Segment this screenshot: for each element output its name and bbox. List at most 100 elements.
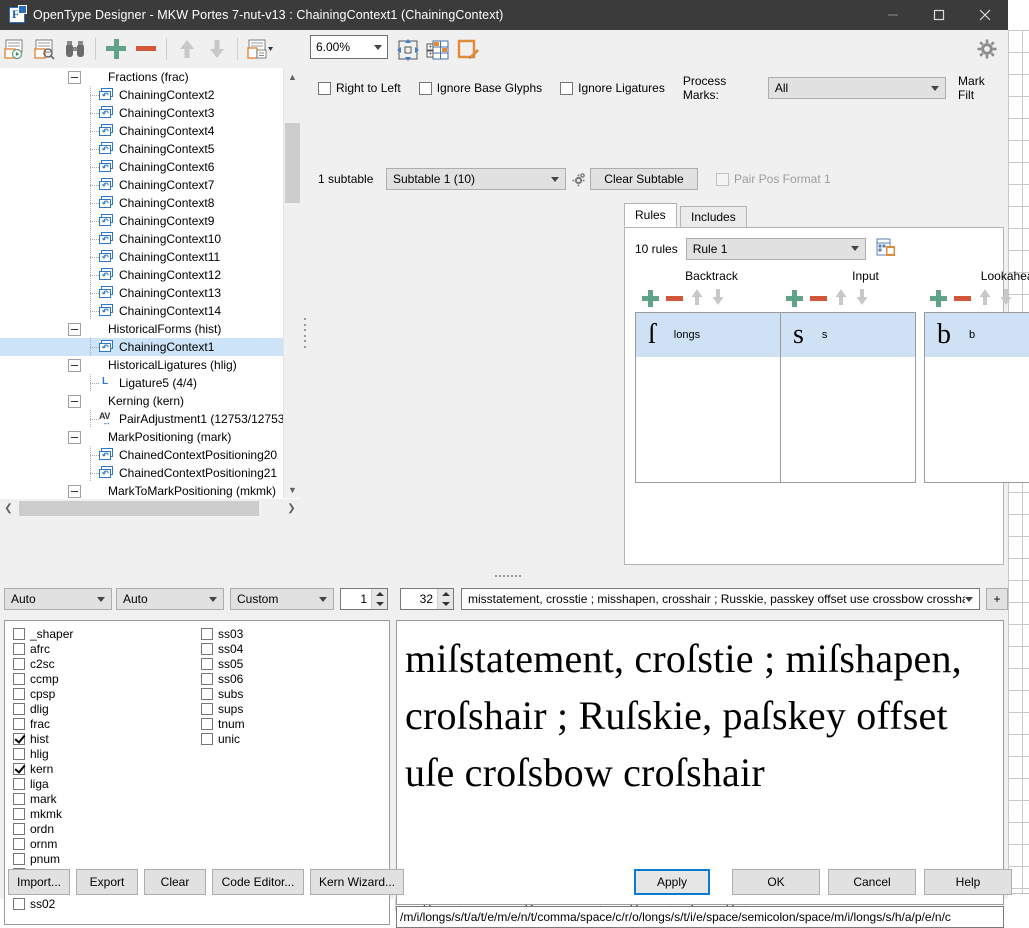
script-combobox[interactable]: Auto: [4, 588, 112, 610]
scroll-down-icon[interactable]: ▼: [284, 481, 300, 498]
lookup-tree[interactable]: Fractions (frac)↶ChainingContext2↶Chaini…: [0, 68, 283, 498]
tree-vertical-scrollbar[interactable]: ▲ ▼: [283, 68, 300, 498]
feature-checkbox-ornm[interactable]: ornm: [13, 836, 88, 851]
zoom-combobox[interactable]: 6.00%: [310, 35, 388, 59]
feature-checkbox-subs[interactable]: subs: [201, 686, 276, 701]
backtrack-glyph-list[interactable]: ſ longs: [635, 312, 787, 483]
tree-horizontal-scrollbar[interactable]: ❮ ❯: [0, 499, 300, 518]
pane-splitter-handle[interactable]: [301, 318, 309, 348]
tree-item[interactable]: ↶ChainingContext5: [0, 140, 283, 158]
pair-pos-format1-checkbox[interactable]: Pair Pos Format 1: [716, 172, 831, 186]
edit-page-icon[interactable]: [453, 35, 483, 65]
list-item[interactable]: b b: [925, 313, 1029, 357]
rule-table-icon[interactable]: [876, 237, 896, 260]
mode-combobox[interactable]: Custom: [230, 588, 334, 610]
feature-checkbox-_shaper[interactable]: _shaper: [13, 626, 88, 641]
cancel-button[interactable]: Cancel: [828, 869, 916, 895]
move-down-icon[interactable]: [855, 288, 869, 309]
tree-item[interactable]: ↶ChainingContext7: [0, 176, 283, 194]
collapse-expander-icon[interactable]: [68, 359, 81, 372]
feature-checkbox-cpsp[interactable]: cpsp: [13, 686, 88, 701]
feature-checkbox-ss03[interactable]: ss03: [201, 626, 276, 641]
collapse-expander-icon[interactable]: [68, 395, 81, 408]
remove-icon[interactable]: [666, 296, 683, 301]
tree-item[interactable]: Kerning (kern): [0, 392, 283, 410]
feature-checkbox-mkmk[interactable]: mkmk: [13, 806, 88, 821]
maximize-button[interactable]: [916, 0, 962, 30]
feature-checkbox-sups[interactable]: sups: [201, 701, 276, 716]
layout-options-icon[interactable]: [243, 34, 277, 64]
tree-item[interactable]: ↶ChainingContext6: [0, 158, 283, 176]
tree-item[interactable]: ↶ChainingContext11: [0, 248, 283, 266]
feature-checkbox-mark[interactable]: mark: [13, 791, 88, 806]
tab-includes[interactable]: Includes: [680, 206, 747, 228]
scroll-left-icon[interactable]: ❮: [0, 503, 17, 514]
tab-rules[interactable]: Rules: [624, 203, 677, 227]
tree-item[interactable]: PairAdjustment1 (12753/12753): [0, 410, 283, 428]
font-size-stepper[interactable]: 32: [400, 588, 454, 610]
tree-item[interactable]: ↶ChainingContext9: [0, 212, 283, 230]
move-down-icon[interactable]: [202, 34, 232, 64]
ignore-ligatures-checkbox[interactable]: Ignore Ligatures: [560, 81, 665, 95]
feature-checkbox-ss04[interactable]: ss04: [201, 641, 276, 656]
remove-icon[interactable]: [954, 296, 971, 301]
process-marks-combobox[interactable]: All: [768, 77, 946, 99]
scroll-right-icon[interactable]: ❯: [283, 503, 300, 514]
tree-item[interactable]: ↶ChainingContext8: [0, 194, 283, 212]
move-down-icon[interactable]: [711, 288, 725, 309]
feature-checkbox-ss02[interactable]: ss02: [13, 896, 88, 911]
tree-item[interactable]: ↶ChainingContext4: [0, 122, 283, 140]
sample-text-combobox[interactable]: misstatement, crosstie ; misshapen, cros…: [461, 588, 980, 610]
stepper-down-icon[interactable]: [442, 602, 450, 606]
grid-icon[interactable]: ++: [423, 35, 453, 65]
preview-search-icon[interactable]: [30, 34, 60, 64]
input-glyph-list[interactable]: s s: [780, 312, 916, 483]
add-icon[interactable]: [786, 296, 803, 301]
list-item[interactable]: ſ longs: [636, 313, 786, 357]
ok-button[interactable]: OK: [732, 869, 820, 895]
tree-item[interactable]: ↶ChainingContext2: [0, 86, 283, 104]
move-down-icon[interactable]: [999, 288, 1013, 309]
tree-item[interactable]: ↶ChainingContext13: [0, 284, 283, 302]
tree-vscroll-thumb[interactable]: [285, 123, 300, 203]
rule-selector-combobox[interactable]: Rule 1: [686, 238, 866, 260]
list-item[interactable]: s s: [781, 313, 915, 357]
tree-item[interactable]: ↶ChainedContextPositioning20: [0, 446, 283, 464]
stepper-arrows[interactable]: [371, 589, 387, 609]
index-stepper[interactable]: 1: [340, 588, 388, 610]
feature-checkbox-afrc[interactable]: afrc: [13, 641, 88, 656]
tree-item-selected[interactable]: ↶ChainingContext1: [0, 338, 283, 356]
collapse-expander-icon[interactable]: [68, 71, 81, 84]
feature-checkbox-ordn[interactable]: ordn: [13, 821, 88, 836]
tree-item[interactable]: ↶ChainingContext12: [0, 266, 283, 284]
feature-checkbox-kern[interactable]: kern: [13, 761, 88, 776]
tree-item[interactable]: ↶ChainingContext3: [0, 104, 283, 122]
tree-item[interactable]: MarkPositioning (mark): [0, 428, 283, 446]
add-icon[interactable]: [101, 34, 131, 64]
tree-item[interactable]: Fractions (frac): [0, 68, 283, 86]
stepper-down-icon[interactable]: [376, 602, 384, 606]
feature-checkbox-pnum[interactable]: pnum: [13, 851, 88, 866]
feature-checkbox-unic[interactable]: unic: [201, 731, 276, 746]
tree-item[interactable]: MarkToMarkPositioning (mkmk): [0, 482, 283, 498]
help-button[interactable]: Help: [924, 869, 1012, 895]
collapse-expander-icon[interactable]: [68, 485, 81, 498]
add-sample-button[interactable]: +: [986, 588, 1008, 610]
feature-checkbox-ss06[interactable]: ss06: [201, 671, 276, 686]
feature-checkbox-c2sc[interactable]: c2sc: [13, 656, 88, 671]
preview-run-icon[interactable]: [0, 34, 30, 64]
tree-item[interactable]: HistoricalForms (hist): [0, 320, 283, 338]
stepper-up-icon[interactable]: [376, 592, 384, 596]
feature-checkbox-dlig[interactable]: dlig: [13, 701, 88, 716]
feature-checkbox-hlig[interactable]: hlig: [13, 746, 88, 761]
scroll-up-icon[interactable]: ▲: [284, 68, 300, 85]
ignore-base-glyphs-checkbox[interactable]: Ignore Base Glyphs: [419, 81, 542, 95]
collapse-expander-icon[interactable]: [68, 431, 81, 444]
export-button[interactable]: Export: [76, 869, 138, 895]
close-button[interactable]: [962, 0, 1008, 30]
tree-item[interactable]: HistoricalLigatures (hlig): [0, 356, 283, 374]
glyph-names-field[interactable]: /m/i/longs/s/t/a/t/e/m/e/n/t/comma/space…: [396, 906, 1004, 928]
feature-checkbox-hist[interactable]: hist: [13, 731, 88, 746]
minimize-button[interactable]: [870, 0, 916, 30]
add-icon[interactable]: [642, 296, 659, 301]
